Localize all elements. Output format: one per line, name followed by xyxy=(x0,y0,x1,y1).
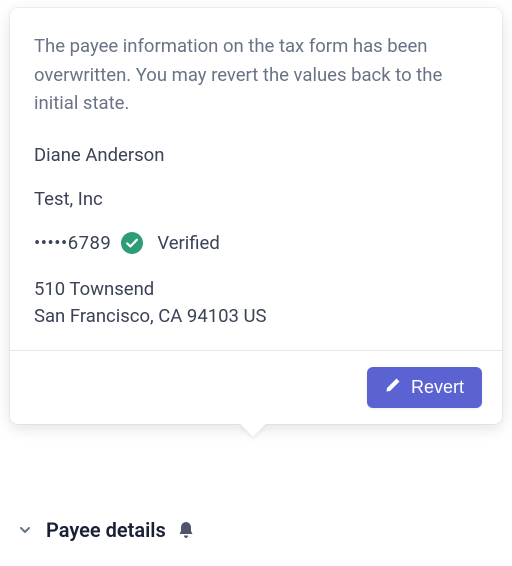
popover-footer: Revert xyxy=(10,350,502,424)
taxid-row: •••••6789 Verified xyxy=(34,232,478,254)
revert-button[interactable]: Revert xyxy=(367,367,482,408)
payee-override-popover: The payee information on the tax form ha… xyxy=(10,8,502,424)
pencil-icon xyxy=(385,377,401,398)
revert-button-label: Revert xyxy=(411,377,464,398)
payee-details-section-header[interactable]: Payee details xyxy=(18,518,194,542)
address: 510 Townsend San Francisco, CA 94103 US xyxy=(34,276,478,330)
taxid-masked: •••••6789 xyxy=(34,232,111,254)
address-line-2: San Francisco, CA 94103 US xyxy=(34,303,478,330)
info-text: The payee information on the tax form ha… xyxy=(34,32,478,118)
chevron-down-icon xyxy=(18,523,32,537)
payee-name: Diane Anderson xyxy=(34,144,478,166)
section-title: Payee details xyxy=(46,518,166,542)
verified-label: Verified xyxy=(157,232,219,254)
bell-icon[interactable] xyxy=(178,521,194,539)
company-name: Test, Inc xyxy=(34,188,478,210)
popover-body: The payee information on the tax form ha… xyxy=(10,8,502,350)
verified-check-icon xyxy=(121,232,143,254)
address-line-1: 510 Townsend xyxy=(34,276,478,303)
